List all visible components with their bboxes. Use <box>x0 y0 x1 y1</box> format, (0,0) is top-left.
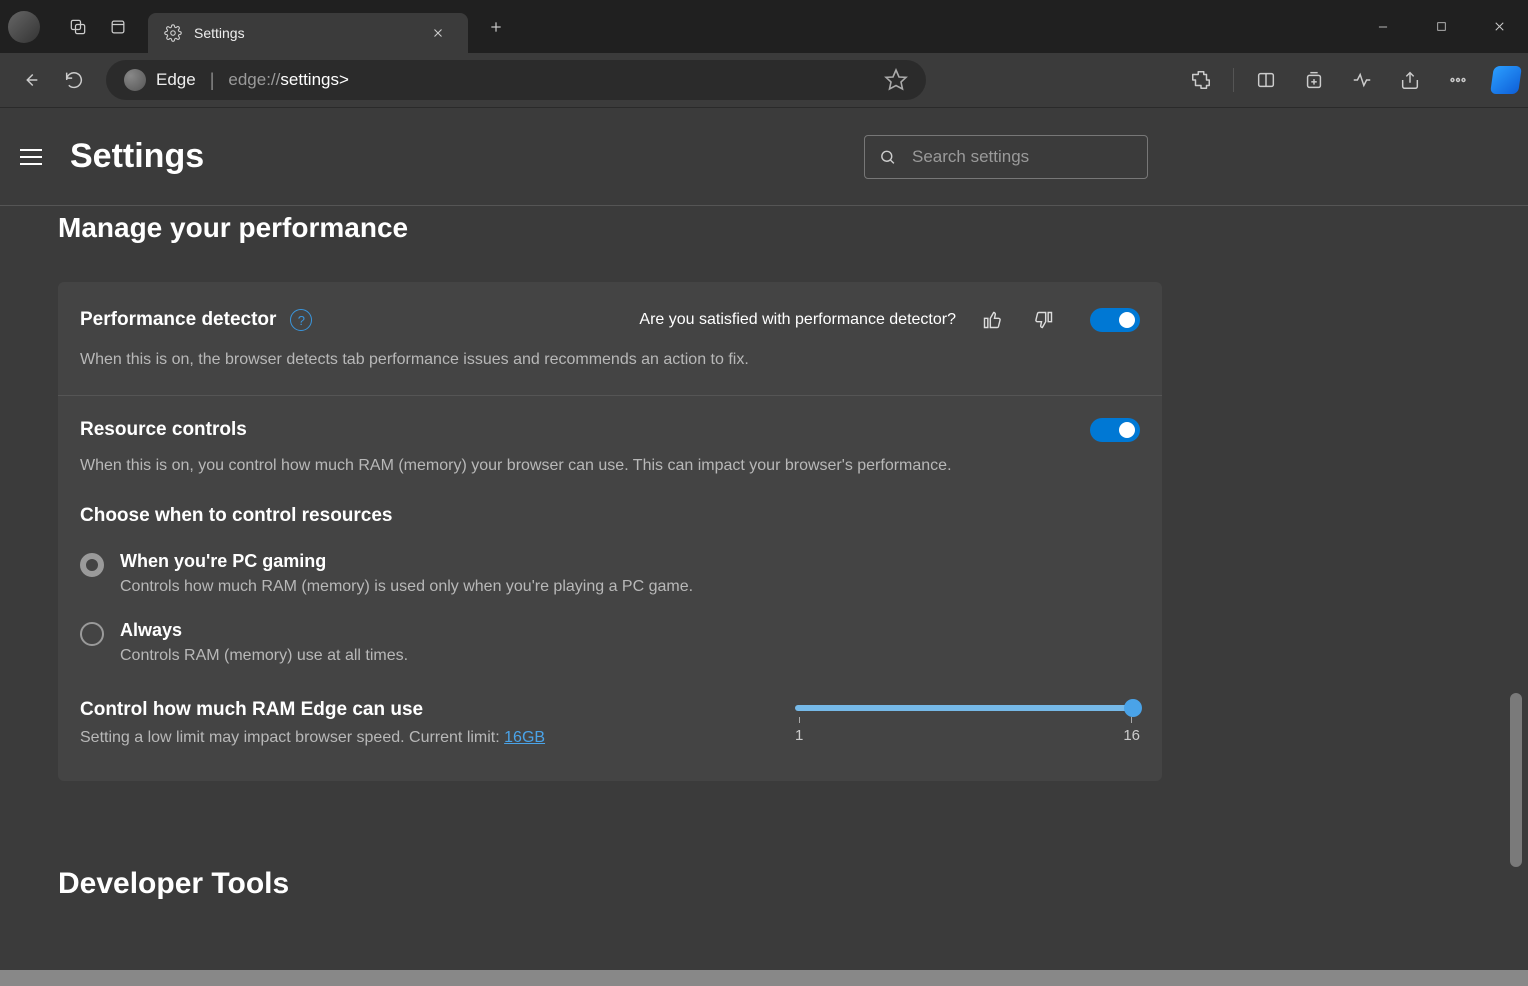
toolbar: Edge | edge://settings> <box>0 53 1528 108</box>
radio-pc-gaming-title: When you're PC gaming <box>120 551 693 572</box>
performance-card: Performance detector ? Are you satisfied… <box>58 282 1162 781</box>
slider-min-label: 1 <box>795 717 803 744</box>
content-area: Manage your performance Performance dete… <box>0 206 1528 986</box>
radio-pc-gaming-desc: Controls how much RAM (memory) is used o… <box>120 578 693 596</box>
menu-button[interactable] <box>20 141 52 173</box>
address-bar[interactable]: Edge | edge://settings> <box>106 60 926 100</box>
radio-always-title: Always <box>120 620 408 641</box>
radio-pc-gaming-input[interactable] <box>80 553 104 577</box>
search-input[interactable] <box>912 147 1133 167</box>
window-controls <box>1354 7 1528 47</box>
ram-current-limit[interactable]: 16GB <box>504 729 545 746</box>
settings-header: Settings <box>0 108 1528 206</box>
ram-slider-desc-text: Setting a low limit may impact browser s… <box>80 729 504 746</box>
ram-slider[interactable] <box>795 705 1140 711</box>
perf-detector-toggle[interactable] <box>1090 308 1140 332</box>
bottom-strip <box>0 970 1528 986</box>
resource-controls-desc: When this is on, you control how much RA… <box>80 454 1140 477</box>
url-path: settings> <box>280 70 349 90</box>
performance-detector-row: Performance detector ? Are you satisfied… <box>58 282 1162 395</box>
radio-pc-gaming[interactable]: When you're PC gaming Controls how much … <box>80 551 1140 596</box>
profile-avatar[interactable] <box>8 11 40 43</box>
address-separator: | <box>210 70 215 91</box>
split-screen-icon[interactable] <box>1244 58 1288 102</box>
browser-tab[interactable]: Settings <box>148 13 468 53</box>
thumbs-down-button[interactable] <box>1028 304 1060 336</box>
minimize-button[interactable] <box>1354 7 1412 47</box>
search-icon <box>879 147 896 167</box>
section-developer-tools: Developer Tools <box>58 867 1470 901</box>
extensions-icon[interactable] <box>1179 58 1223 102</box>
ram-slider-desc: Setting a low limit may impact browser s… <box>80 729 775 747</box>
choose-resources-label: Choose when to control resources <box>80 505 1140 527</box>
help-icon[interactable]: ? <box>290 309 312 331</box>
section-manage-performance: Manage your performance <box>58 212 1470 244</box>
back-button[interactable] <box>8 58 52 102</box>
more-menu-icon[interactable] <box>1436 58 1480 102</box>
ram-slider-row: Control how much RAM Edge can use Settin… <box>80 699 1140 757</box>
edge-logo-icon <box>124 69 146 91</box>
toolbar-separator <box>1233 68 1234 92</box>
refresh-button[interactable] <box>52 58 96 102</box>
workspaces-icon[interactable] <box>58 7 98 47</box>
copilot-button[interactable] <box>1490 66 1522 94</box>
performance-icon[interactable] <box>1340 58 1384 102</box>
titlebar: Settings <box>0 0 1528 53</box>
radio-always-desc: Controls RAM (memory) use at all times. <box>120 647 408 665</box>
new-tab-button[interactable] <box>476 7 516 47</box>
tab-actions-icon[interactable] <box>98 7 138 47</box>
close-window-button[interactable] <box>1470 7 1528 47</box>
close-tab-button[interactable] <box>424 19 452 47</box>
gear-icon <box>164 24 182 42</box>
thumbs-up-button[interactable] <box>976 304 1008 336</box>
url-protocol: edge:// <box>228 70 280 90</box>
ram-slider-thumb[interactable] <box>1124 699 1142 717</box>
radio-always-input[interactable] <box>80 622 104 646</box>
maximize-button[interactable] <box>1412 7 1470 47</box>
address-label: Edge <box>156 70 196 90</box>
tab-title: Settings <box>194 25 424 41</box>
feedback-question: Are you satisfied with performance detec… <box>639 311 956 329</box>
page-title: Settings <box>70 137 204 176</box>
favorite-star-icon[interactable] <box>884 68 908 92</box>
ram-slider-title: Control how much RAM Edge can use <box>80 699 775 721</box>
search-settings-box[interactable] <box>864 135 1148 179</box>
resource-controls-title: Resource controls <box>80 419 247 441</box>
perf-detector-desc: When this is on, the browser detects tab… <box>80 348 1140 371</box>
scrollbar-thumb[interactable] <box>1510 693 1522 867</box>
slider-max-label: 16 <box>1123 717 1140 744</box>
resource-controls-toggle[interactable] <box>1090 418 1140 442</box>
share-icon[interactable] <box>1388 58 1432 102</box>
perf-detector-title: Performance detector <box>80 309 276 331</box>
collections-icon[interactable] <box>1292 58 1336 102</box>
radio-always[interactable]: Always Controls RAM (memory) use at all … <box>80 620 1140 665</box>
resource-controls-row: Resource controls When this is on, you c… <box>58 395 1162 781</box>
